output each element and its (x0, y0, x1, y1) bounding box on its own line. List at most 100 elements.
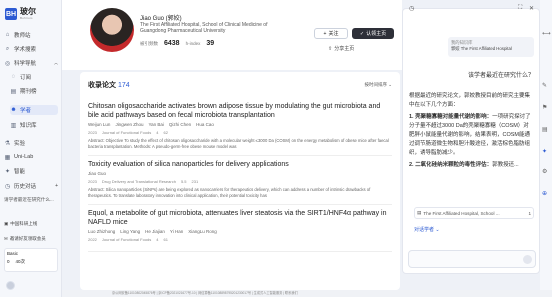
follow-up-link[interactable]: 对话学者 ⌄ (414, 226, 440, 233)
follow-up-label: 对话学者 (414, 227, 435, 233)
paper-title[interactable]: Equol, a metabolite of gut microbiota, a… (88, 209, 392, 227)
user-avatar[interactable] (6, 281, 15, 290)
doc-icon: ▤ (417, 210, 422, 215)
send-button[interactable] (523, 255, 532, 264)
plan-name: Basic (7, 251, 19, 256)
user-message: 该学者最近在研究什么？ (468, 73, 535, 79)
sidebar-item-scholars[interactable]: ☻ 学者 (10, 105, 58, 115)
paper-item[interactable]: Toxicity evaluation of silica nanopartic… (88, 156, 392, 205)
note-icon[interactable]: ✎ (542, 82, 547, 89)
sidebar-item-label: 期刊榜 (20, 89, 37, 95)
sidebar-item-label: 知识库 (20, 123, 37, 129)
papers-title: 收录论文 174 (88, 80, 130, 90)
chat-input[interactable] (408, 250, 536, 268)
invite-button[interactable]: ✉ 邀请好友领取会员 (4, 234, 58, 244)
compass-icon: ◎ (4, 60, 11, 67)
author[interactable]: Jiao Guo (88, 171, 106, 176)
sidebar-item-label: Uni-Lab (14, 154, 34, 160)
chevron-down-icon: ⌄ (435, 227, 440, 233)
sidebar-item-journals[interactable]: ▤ 期刊榜 (10, 86, 58, 96)
follow-button[interactable]: + 关注 (314, 28, 348, 39)
scholar-name: Jiao Guo (郭姣) (140, 16, 182, 22)
settings-icon[interactable]: ⚙ (542, 168, 547, 175)
author[interactable]: Jingwen Zhou (115, 122, 143, 127)
author[interactable]: Ling Yang (120, 229, 140, 234)
sidebar-item-label: 实验 (14, 141, 26, 147)
flask-icon: ⚗ (4, 140, 11, 147)
close-icon[interactable]: ✕ (529, 5, 534, 12)
sidebar-item-experiment[interactable]: ⚗ 实验 (4, 138, 58, 148)
paper-title[interactable]: Toxicity evaluation of silica nanopartic… (88, 160, 392, 169)
context-quote[interactable]: 我的知识库 郭姣 The First Affiliated Hospital (448, 37, 534, 57)
sort-select[interactable]: 按时间排序 ⌄ (364, 82, 392, 88)
share-icon: ⇪ (328, 45, 333, 52)
author[interactable]: Luo Zhizhong (88, 229, 115, 234)
add-icon[interactable]: ⊕ (542, 190, 547, 197)
sidebar-item-ai[interactable]: ✦ 智能 (4, 166, 58, 176)
paper-authors: Weijun Lun Jingwen Zhou Yan Bai Qizhi Chen H… (88, 122, 392, 127)
author[interactable]: He Jiajian (145, 229, 165, 234)
paper-authors: Jiao Guo (88, 171, 392, 176)
paper-journal: Journal of Functional Foods (101, 130, 152, 135)
history-icon: ◷ (4, 183, 11, 190)
plus-icon: + (323, 30, 327, 37)
author[interactable]: Qizhi Chen (169, 122, 191, 127)
history-item[interactable]: 请学者最近在研究什么... (4, 195, 58, 205)
stat-value: 39 (206, 40, 215, 47)
expand-icon[interactable]: ⛶ (518, 5, 522, 12)
point-body: 郭教授还... (492, 162, 519, 168)
sidebar-item-label: 学者 (20, 108, 32, 114)
right-tool-rail: ⟷ ✎ ⚑ ▤ ✦ ⚙ ⊕ (540, 0, 552, 297)
paper-meta: 2023 Journal of Functional Foods 4 62 (88, 130, 392, 135)
sidebar-item-label: 教师站 (14, 33, 31, 39)
status-bar: 京公网安备11010802045876号 | 京ICP备2021021677号-… (62, 290, 552, 297)
paper-year: 2022 (88, 237, 97, 242)
claim-label: 认领主页 (366, 31, 387, 37)
ai-intro: 根据最近的研究论文，郭姣教授目前的研究主要集中在以下几个方面： (409, 93, 531, 108)
share-button[interactable]: ⇪ 分享主页 (328, 45, 355, 53)
impact-factor: 5.5 (180, 179, 187, 184)
papers-title-text: 收录论文 (88, 82, 116, 89)
ai-icon[interactable]: ✦ (542, 148, 547, 155)
author[interactable]: Yan Bai (148, 122, 163, 127)
sidebar-item-teacher[interactable]: ⌂ 教师站 (4, 30, 58, 40)
chat-history-icon[interactable]: ◷ (409, 5, 414, 12)
sidebar-item-history[interactable]: ◷ 历史对话 + (4, 181, 58, 191)
citation-count: 62 (163, 130, 168, 135)
chevron-up-icon: ︿ (54, 60, 58, 65)
badge-icon: ✓ (359, 30, 365, 37)
doc-icon[interactable]: ▤ (542, 126, 548, 133)
author[interactable]: XiangLu Rong (188, 229, 217, 234)
reference-card[interactable]: ▤ The First Affiliated Hospital, School .… (414, 207, 534, 219)
reference-number: 1 (528, 210, 531, 216)
paper-year: 2023 (88, 130, 97, 135)
quote-source: 郭姣 (451, 46, 460, 51)
plan-card[interactable]: Basic 0 40次 (4, 248, 58, 272)
papers-panel: 收录论文 174 按时间排序 ⌄ Chitosan oligosaccharid… (80, 72, 400, 290)
brand-sub: Bohrium (20, 16, 33, 20)
paper-item[interactable]: Chitosan oligosaccharide activates brown… (88, 98, 392, 156)
app-launch-button[interactable]: ▣ 中国科研上线 (4, 219, 58, 229)
scholar-stats: 被引频数 6438 h-index 39 (140, 40, 214, 47)
bookmark-icon[interactable]: ⚑ (542, 104, 547, 111)
claim-profile-button[interactable]: ✓ 认领主页 (352, 28, 394, 39)
author[interactable]: Yi Han (170, 229, 183, 234)
sidebar-item-knowledge[interactable]: ▥ 知识库 (10, 120, 58, 130)
author[interactable]: Hua Cao (196, 122, 214, 127)
sidebar-item-nav[interactable]: ◎ 科学导航 ︿ (4, 58, 58, 68)
stat-label: 被引频数 (140, 41, 158, 46)
translate-icon[interactable]: ⟷ (542, 30, 551, 37)
impact-factor: 4 (156, 130, 159, 135)
author[interactable]: Weijun Lun (88, 122, 110, 127)
paper-item[interactable]: Equol, a metabolite of gut microbiota, a… (88, 205, 392, 252)
grid-icon: ▣ (4, 221, 9, 226)
chart-icon: ▤ (10, 88, 17, 95)
home-icon: ⌂ (5, 32, 10, 38)
sidebar-item-unilab[interactable]: ▦ Uni-Lab (4, 152, 58, 162)
paper-title[interactable]: Chitosan oligosaccharide activates brown… (88, 102, 392, 120)
share-label: 分享主页 (334, 46, 355, 52)
sidebar-item-subscribe[interactable]: ◌ 订阅 (10, 72, 58, 82)
brand-logo[interactable]: BH 玻尔 Bohrium (5, 8, 36, 20)
sidebar-item-search[interactable]: ⌕ 学术搜索 (4, 44, 58, 54)
papers-count: 174 (117, 82, 130, 89)
